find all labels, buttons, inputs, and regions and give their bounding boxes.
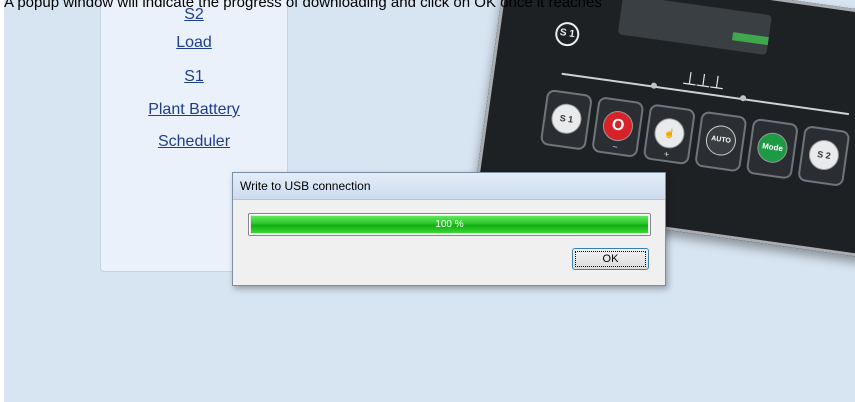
manual-sub-label: + xyxy=(663,148,670,160)
stop-button[interactable]: O − xyxy=(591,96,645,158)
status-led xyxy=(732,32,769,46)
auto-button[interactable]: AUTO xyxy=(694,110,748,173)
nav-link-s1[interactable]: S1 xyxy=(101,68,287,86)
dialog-title: Write to USB connection xyxy=(233,173,665,200)
ok-button-label: OK xyxy=(602,253,619,265)
nav-link-scheduler[interactable]: Scheduler xyxy=(101,133,287,151)
s1-breaker-button[interactable]: S 1 xyxy=(539,88,594,151)
s1-breaker-icon: S 1 xyxy=(549,101,584,136)
app-window: S2 Load S1 Plant Battery Scheduler S 1 ⊥… xyxy=(4,0,855,402)
progress-text: 100 % xyxy=(435,219,464,230)
manual-button[interactable]: ☝ + xyxy=(642,103,696,166)
hand-icon: ☝ xyxy=(652,116,687,151)
s1-indicator-icon: S 1 xyxy=(553,20,581,48)
stop-sub-label: − xyxy=(611,141,619,153)
s2-breaker-icon: S 2 xyxy=(807,138,841,172)
stop-icon: O xyxy=(601,109,635,144)
nav-link-load[interactable]: Load xyxy=(101,34,287,52)
progress-bar: 100 % xyxy=(248,213,651,236)
ok-button[interactable]: OK xyxy=(572,248,649,270)
nav-link-plant-battery[interactable]: Plant Battery xyxy=(101,101,287,119)
s2-breaker-button[interactable]: S 2 xyxy=(797,125,851,187)
instruction-caption: A popup window will indicate the progres… xyxy=(4,0,602,11)
mode-icon: Mode xyxy=(755,130,790,165)
auto-icon: AUTO xyxy=(704,123,738,158)
write-usb-dialog: Write to USB connection 100 % OK xyxy=(232,172,666,286)
mode-button[interactable]: Mode xyxy=(745,117,799,180)
dialog-body: 100 % OK xyxy=(233,200,665,285)
